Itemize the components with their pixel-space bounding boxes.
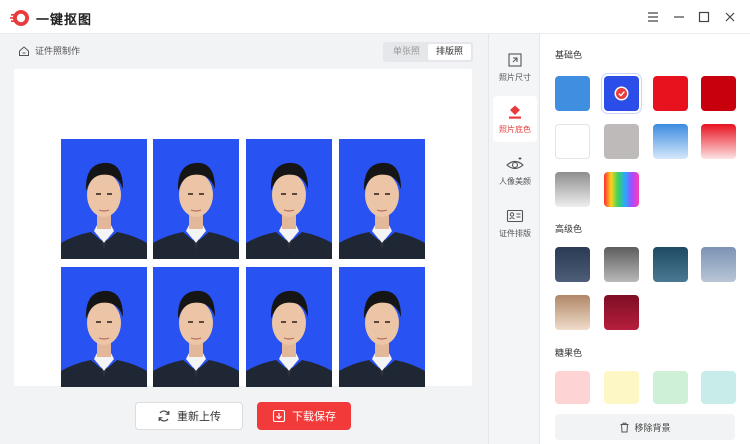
swatch-light-blue[interactable] xyxy=(555,76,590,111)
advanced-colors-title: 高级色 xyxy=(555,225,583,235)
swatch-candy-pink[interactable] xyxy=(555,371,590,404)
swatch-candy-green[interactable] xyxy=(653,371,688,404)
trash-icon xyxy=(620,422,629,432)
swatch-white[interactable] xyxy=(555,124,590,159)
close-icon xyxy=(725,12,735,22)
swatch-gradient-slate[interactable] xyxy=(604,247,639,282)
close-button[interactable] xyxy=(721,8,739,26)
color-panel: 基础色 高级色 糖果色 移除背景 xyxy=(541,34,750,444)
swatch-gray[interactable] xyxy=(604,124,639,159)
tab-single-photo[interactable]: 单张照 xyxy=(385,44,428,60)
eye-sparkle-icon xyxy=(506,156,524,169)
reupload-button[interactable]: 重新上传 xyxy=(135,402,243,430)
app-title: 一键抠图 xyxy=(36,13,93,28)
swatch-dark-red[interactable] xyxy=(701,76,736,111)
nav-photo-size-label: 照片尺寸 xyxy=(499,72,531,82)
remove-background-button[interactable]: 移除背景 xyxy=(555,414,735,440)
app-logo-icon xyxy=(10,10,29,26)
swatch-gradient-red[interactable] xyxy=(701,124,736,159)
id-photo xyxy=(339,139,425,259)
basic-colors-title: 基础色 xyxy=(555,51,583,61)
id-photo xyxy=(61,139,147,259)
id-photo xyxy=(153,267,239,387)
swatch-gradient-blue[interactable] xyxy=(653,124,688,159)
swatch-gradient-steel[interactable] xyxy=(701,247,736,282)
download-icon xyxy=(272,409,286,423)
nav-portrait-beauty-label: 人像美颜 xyxy=(499,176,531,186)
swatch-candy-yellow[interactable] xyxy=(604,371,639,404)
home-icon xyxy=(19,45,29,56)
swatch-blue-selected[interactable] xyxy=(604,76,639,111)
id-photo xyxy=(61,267,147,387)
nav-photo-background-label: 照片底色 xyxy=(499,124,531,134)
id-photo xyxy=(246,267,332,387)
title-bar: 一键抠图 xyxy=(0,0,750,34)
id-photo xyxy=(246,139,332,259)
nav-id-layout[interactable]: 证件排版 xyxy=(493,200,537,246)
refresh-icon xyxy=(158,410,170,422)
nav-photo-background[interactable]: 照片底色 xyxy=(493,96,537,142)
breadcrumb-label: 证件照制作 xyxy=(35,47,81,57)
id-card-icon xyxy=(506,209,524,222)
nav-photo-size[interactable]: 照片尺寸 xyxy=(493,44,537,90)
reupload-label: 重新上传 xyxy=(177,410,221,423)
swatch-rainbow[interactable] xyxy=(604,172,639,207)
maximize-button[interactable] xyxy=(695,8,713,26)
download-button[interactable]: 下载保存 xyxy=(257,402,351,430)
id-photo xyxy=(339,267,425,387)
menu-icon xyxy=(648,12,658,22)
menu-button[interactable] xyxy=(644,8,662,26)
maximize-icon xyxy=(698,11,710,23)
swatch-gradient-gray[interactable] xyxy=(555,172,590,207)
id-photo xyxy=(153,139,239,259)
tab-layout-photo[interactable]: 排版照 xyxy=(428,44,471,60)
swatch-candy-cyan[interactable] xyxy=(701,371,736,404)
tool-nav: 照片尺寸 照片底色 人像美颜 证件排版 xyxy=(488,34,540,444)
nav-id-layout-label: 证件排版 xyxy=(499,228,531,238)
swatch-gradient-navy[interactable] xyxy=(555,247,590,282)
minimize-icon xyxy=(674,16,684,18)
download-label: 下载保存 xyxy=(292,410,336,423)
check-icon xyxy=(614,86,629,101)
minimize-button[interactable] xyxy=(670,8,688,26)
photo-canvas xyxy=(14,69,472,387)
swatch-gradient-teal[interactable] xyxy=(653,247,688,282)
swatch-gradient-tan[interactable] xyxy=(555,295,590,330)
paint-bucket-icon xyxy=(509,105,521,119)
breadcrumb[interactable]: 证件照制作 xyxy=(18,44,80,57)
swatch-gradient-crimson[interactable] xyxy=(604,295,639,330)
candy-colors-title: 糖果色 xyxy=(555,349,583,359)
workspace: 证件照制作 单张照 排版照 重新上传 下载保存 xyxy=(0,34,488,444)
crop-icon xyxy=(508,52,522,67)
view-toggle: 单张照 排版照 xyxy=(383,42,473,62)
swatch-red[interactable] xyxy=(653,76,688,111)
remove-background-label: 移除背景 xyxy=(634,423,671,434)
nav-portrait-beauty[interactable]: 人像美颜 xyxy=(493,148,537,194)
